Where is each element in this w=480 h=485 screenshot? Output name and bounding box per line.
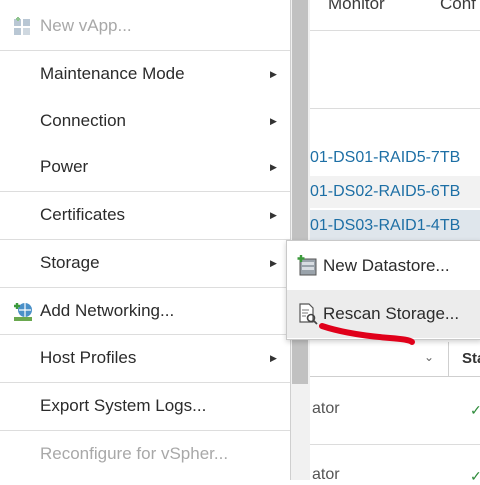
status-ok-icon: ✓ [470,402,480,418]
submenu-item-new-datastore[interactable]: New Datastore... [287,242,480,290]
menu-item-new-vapp[interactable]: New vApp... [0,2,290,50]
datastore-row[interactable]: v01-DS02-RAID5-6TB [300,176,480,208]
section-divider [300,108,480,109]
submenu-arrow-icon: ▶ [270,353,277,363]
menu-item-label: Export System Logs... [40,396,207,415]
menu-item-label: Add Networking... [40,301,175,320]
add-networking-icon [14,303,32,321]
menu-item-power[interactable]: Power ▶ [0,143,290,191]
submenu-arrow-icon: ▶ [270,162,277,172]
menu-item-connection[interactable]: Connection ▶ [0,97,290,145]
tab-monitor[interactable]: Monitor [328,0,385,14]
new-datastore-icon [297,255,317,276]
menu-item-export-system-logs[interactable]: Export System Logs... [0,382,290,430]
column-header-status[interactable]: Sta [462,350,480,367]
submenu-arrow-icon: ▶ [270,116,277,126]
menu-item-storage[interactable]: Storage ▶ [0,239,290,287]
status-ok-icon: ✓ [470,468,480,484]
menu-item-reconfigure-vsphere-ha[interactable]: Reconfigure for vSpher... [0,430,290,478]
menu-item-label: New vApp... [40,16,132,35]
submenu-arrow-icon: ▶ [270,258,277,268]
menu-item-label: Connection [40,111,127,130]
menu-item-label: Host Profiles [40,348,137,367]
menu-item-certificates[interactable]: Certificates ▶ [0,191,290,239]
datastore-row[interactable]: v01-DS01-RAID5-7TB [300,142,480,174]
host-context-menu: New vApp... Maintenance Mode ▶ Connectio… [0,0,291,480]
table-cell: ator [312,400,340,417]
chevron-down-icon[interactable]: ⌄ [424,350,434,364]
submenu-item-label: New Datastore... [323,256,450,275]
menu-item-label: Certificates [40,205,126,224]
row-divider [300,444,480,445]
datastore-link[interactable]: v01-DS01-RAID5-7TB [302,149,460,166]
menu-item-add-networking[interactable]: Add Networking... [0,287,290,335]
datastore-link[interactable]: v01-DS02-RAID5-6TB [302,183,460,200]
menu-item-label: Power [40,157,89,176]
menu-item-label: Storage [40,253,100,272]
menu-item-label: Reconfigure for vSpher... [40,444,229,463]
column-divider [448,342,449,376]
tab-divider [300,30,480,31]
menu-item-maintenance-mode[interactable]: Maintenance Mode ▶ [0,50,290,98]
submenu-arrow-icon: ▶ [270,210,277,220]
menu-item-host-profiles[interactable]: Host Profiles ▶ [0,334,290,382]
submenu-arrow-icon: ▶ [270,69,277,79]
datastore-link[interactable]: v01-DS03-RAID1-4TB [302,217,460,234]
menu-item-label: Maintenance Mode [40,64,185,83]
red-underline-annotation [319,323,415,345]
datastore-row[interactable]: v01-DS03-RAID1-4TB [300,210,480,242]
vapp-icon [14,17,30,35]
tab-configure[interactable]: Conf [440,0,476,14]
table-cell: ator [312,466,340,483]
